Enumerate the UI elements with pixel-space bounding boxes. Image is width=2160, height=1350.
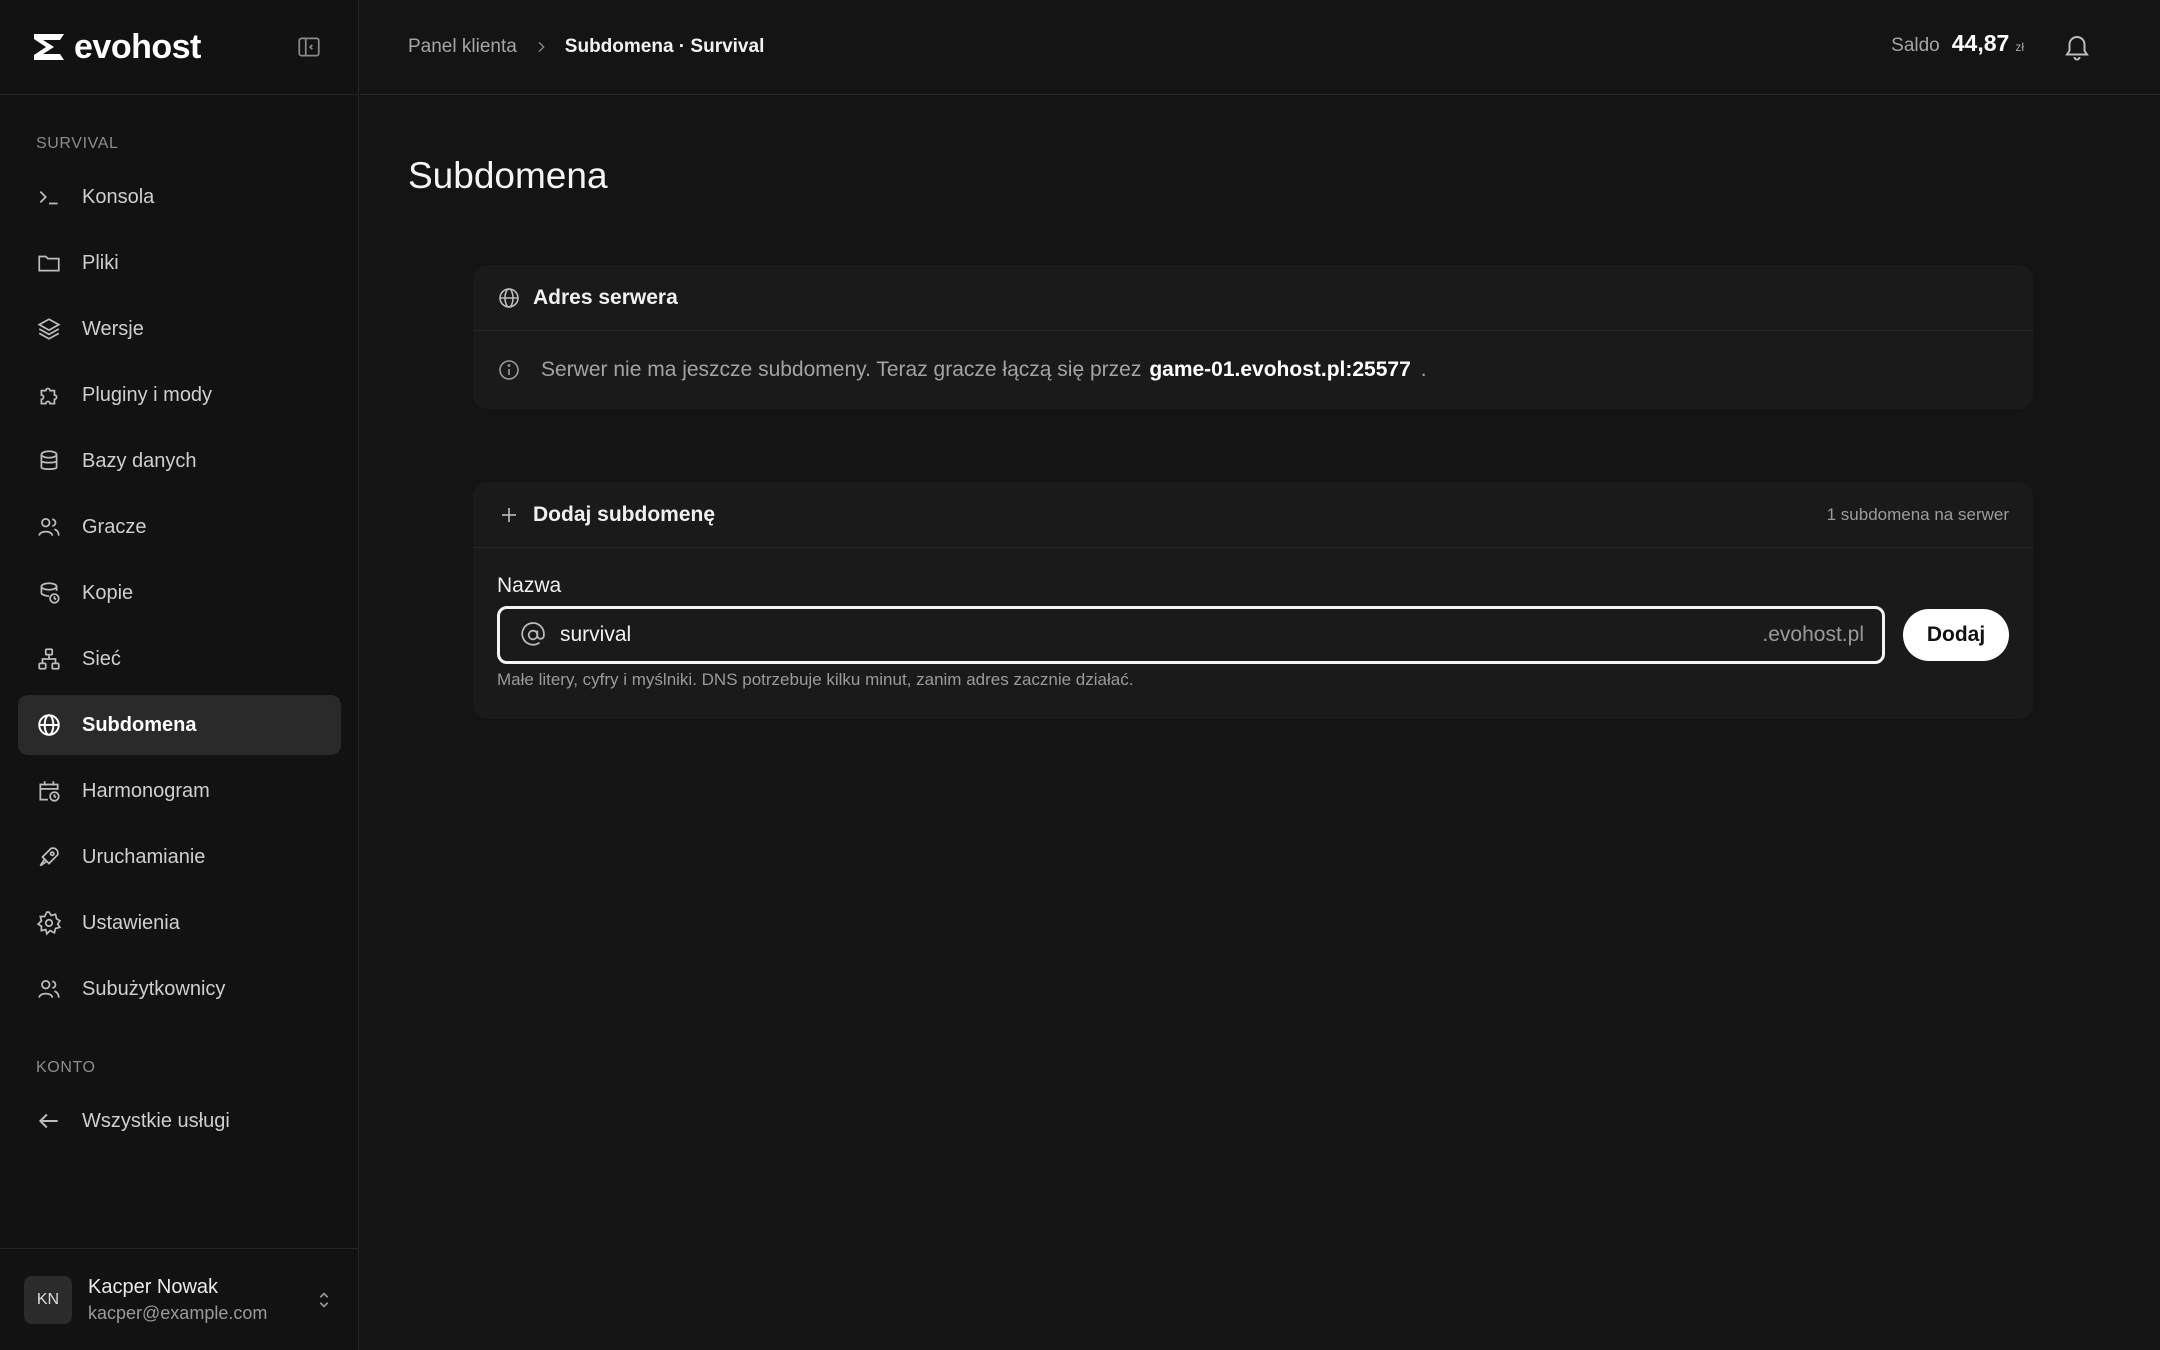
- user-email: kacper@example.com: [88, 1302, 268, 1323]
- sidebar-item-label: Wszystkie usługi: [82, 1109, 230, 1132]
- name-field-row: .evohost.pl Dodaj: [497, 606, 2009, 664]
- sidebar-item-gracze[interactable]: Gracze: [18, 497, 341, 557]
- user-menu[interactable]: KN Kacper Nowak kacper@example.com: [0, 1248, 359, 1350]
- brand-name: evohost: [74, 27, 201, 66]
- breadcrumb: Panel klienta Subdomena · Survival: [408, 36, 764, 58]
- sidebar-item-label: Subużytkownicy: [82, 977, 226, 1000]
- subdomain-input-wrapper[interactable]: .evohost.pl: [497, 606, 1885, 664]
- sidebar-item-wersje[interactable]: Wersje: [18, 299, 341, 359]
- collapse-sidebar-button[interactable]: [294, 32, 324, 62]
- network-icon: [38, 648, 60, 670]
- add-subdomain-button[interactable]: Dodaj: [1903, 609, 2009, 661]
- folder-icon: [38, 255, 60, 272]
- balance-value: 44,87: [1951, 30, 2010, 56]
- sidebar-item-subuzytkownicy[interactable]: Subużytkownicy: [18, 959, 341, 1019]
- sidebar-nav: Konsola Pliki Wersje Pluginy i mody Bazy…: [18, 167, 341, 1025]
- globe-icon: [499, 287, 519, 308]
- no-subdomain-info: Serwer nie ma jeszcze subdomeny. Teraz g…: [473, 331, 2033, 409]
- at-sign-icon: [521, 622, 545, 646]
- balance-label: Saldo: [1891, 35, 1940, 56]
- brand-logo[interactable]: evohost: [30, 28, 201, 67]
- balance-unit: zł: [2015, 40, 2024, 54]
- card-header: Dodaj subdomenę 1 subdomena na serwer: [473, 482, 2033, 548]
- arrow-left-icon: [38, 1113, 58, 1129]
- balance: Saldo 44,87 zł: [1891, 30, 2024, 57]
- subdomain-limit: 1 subdomena na serwer: [1826, 504, 2009, 524]
- gear-icon: [36, 911, 62, 936]
- sidebar-item-ustawienia[interactable]: Ustawienia: [18, 893, 341, 953]
- field-hint: Małe litery, cyfry i myślniki. DNS potrz…: [497, 670, 1134, 689]
- chevron-up-down-icon: [319, 1291, 329, 1308]
- sidebar-toggle-icon: [298, 37, 320, 57]
- sidebar-item-kopie[interactable]: Kopie: [18, 563, 341, 623]
- topbar: Panel klienta Subdomena · Survival Saldo…: [360, 0, 2160, 95]
- database-icon: [40, 450, 58, 470]
- sidebar-item-label: Kopie: [82, 581, 134, 604]
- add-subdomain-card: Dodaj subdomenę 1 subdomena na serwer Na…: [473, 482, 2033, 719]
- sidebar-item-pluginy[interactable]: Pluginy i mody: [18, 365, 341, 425]
- account-nav: Wszystkie usługi: [18, 1091, 341, 1157]
- users-icon: [38, 518, 60, 536]
- breadcrumb-current: Subdomena · Survival: [564, 36, 765, 57]
- sidebar-item-pliki[interactable]: Pliki: [18, 233, 341, 293]
- sidebar-section-server: SURVIVAL: [36, 135, 119, 152]
- calendar-clock-icon: [39, 781, 60, 802]
- rocket-icon: [39, 847, 59, 867]
- sidebar-item-label: Wersje: [82, 317, 144, 340]
- info-icon: [499, 360, 519, 380]
- chevron-right-icon: [538, 41, 545, 53]
- sidebar-item-label: Pluginy i mody: [82, 383, 213, 406]
- avatar: KN: [24, 1275, 72, 1324]
- user-info: Kacper Nowak kacper@example.com: [88, 1276, 297, 1324]
- subdomain-form: Nazwa .evohost.pl Dodaj Małe litery, cyf…: [473, 548, 2033, 714]
- info-trailing: .: [1420, 358, 1427, 381]
- sidebar-item-all-services[interactable]: Wszystkie usługi: [18, 1091, 341, 1151]
- sidebar-section-account: KONTO: [36, 1059, 96, 1076]
- plus-icon: [502, 507, 516, 522]
- sidebar-item-subdomena[interactable]: Subdomena: [18, 695, 341, 755]
- name-field-label: Nazwa: [497, 574, 562, 597]
- card-title: Dodaj subdomenę: [533, 502, 716, 526]
- layers-icon: [37, 318, 61, 340]
- sidebar-item-bazy-danych[interactable]: Bazy danych: [18, 431, 341, 491]
- sidebar-item-harmonogram[interactable]: Harmonogram: [18, 761, 341, 821]
- sidebar-item-label: Sieć: [82, 647, 121, 670]
- globe-icon: [38, 714, 60, 736]
- domain-suffix: .evohost.pl: [1762, 623, 1864, 646]
- sidebar-item-label: Subdomena: [82, 713, 197, 736]
- bell-icon[interactable]: [2062, 32, 2092, 62]
- info-text: Serwer nie ma jeszcze subdomeny. Teraz g…: [541, 358, 1427, 382]
- sidebar-item-uruchamianie[interactable]: Uruchamianie: [18, 827, 341, 887]
- sidebar-item-label: Ustawienia: [82, 911, 180, 934]
- page-title: Subdomena: [408, 155, 608, 196]
- sidebar-item-siec[interactable]: Sieć: [18, 629, 341, 689]
- sidebar-item-label: Gracze: [82, 515, 147, 538]
- sidebar-item-label: Konsola: [82, 185, 155, 208]
- card-title: Adres serwera: [533, 285, 678, 309]
- puzzle-icon: [40, 387, 58, 405]
- user-name: Kacper Nowak: [88, 1275, 219, 1298]
- sidebar-item-label: Harmonogram: [82, 779, 210, 802]
- server-address-card: Adres serwera Serwer nie ma jeszcze subd…: [473, 265, 2033, 409]
- current-address: game-01.evohost.pl:25577: [1149, 358, 1411, 381]
- subdomain-input[interactable]: [560, 623, 1749, 647]
- sidebar: evohost SURVIVAL Konsola Pliki Wersje Pl…: [0, 0, 359, 1350]
- info-message: Serwer nie ma jeszcze subdomeny. Teraz g…: [541, 358, 1142, 381]
- card-header: Adres serwera: [473, 265, 2033, 331]
- evohost-logo-icon: [34, 34, 64, 60]
- sidebar-item-konsola[interactable]: Konsola: [18, 167, 341, 227]
- users-icon: [38, 980, 60, 998]
- logo-row: evohost: [0, 0, 358, 95]
- sidebar-item-label: Uruchamianie: [82, 845, 206, 868]
- backup-icon: [40, 582, 60, 604]
- terminal-icon: [39, 190, 58, 205]
- breadcrumb-root-link[interactable]: Panel klienta: [408, 36, 517, 58]
- sidebar-item-label: Bazy danych: [82, 449, 197, 472]
- sidebar-item-label: Pliki: [82, 251, 119, 274]
